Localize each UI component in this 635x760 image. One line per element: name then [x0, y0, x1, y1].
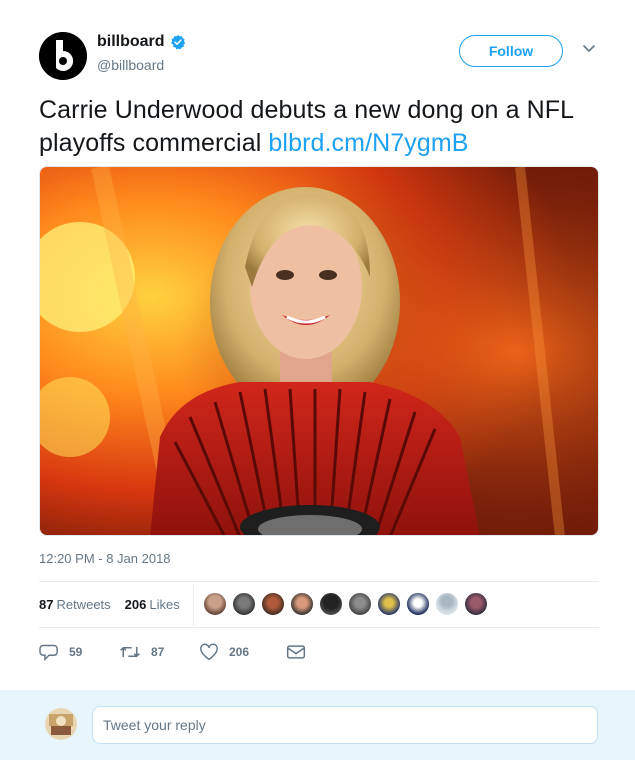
user-avatar[interactable] — [45, 708, 77, 740]
retweet-icon — [120, 646, 140, 658]
tweet-stats: 87 Retweets 206 Likes — [39, 597, 180, 612]
chevron-down-icon[interactable] — [582, 44, 596, 54]
retweets-label: Retweets — [56, 597, 111, 612]
svg-text:billboard: billboard — [47, 42, 53, 68]
reply-count: 59 — [69, 645, 83, 659]
avatar[interactable]: billboard — [39, 32, 87, 80]
retweet-count: 87 — [151, 645, 165, 659]
tweet-actions: 59 87 206 — [39, 643, 306, 661]
tweet-link[interactable]: blbrd.cm/N7ygmB — [268, 129, 468, 157]
likes-stat[interactable]: 206 Likes — [125, 597, 180, 612]
liker-avatar[interactable] — [261, 592, 285, 616]
follow-button[interactable]: Follow — [459, 35, 563, 67]
liker-avatar[interactable] — [203, 592, 227, 616]
liker-avatar[interactable] — [232, 592, 256, 616]
liker-avatar[interactable] — [464, 592, 488, 616]
reply-input[interactable]: Tweet your reply — [92, 706, 598, 744]
like-count: 206 — [229, 645, 250, 659]
likes-count: 206 — [124, 597, 147, 612]
like-action[interactable]: 206 — [199, 643, 286, 661]
display-name-text[interactable]: billboard — [97, 33, 165, 51]
photo-illustration — [40, 167, 598, 535]
stats-divider — [193, 584, 194, 626]
reply-icon — [39, 644, 58, 661]
divider — [39, 627, 599, 628]
tweet-timestamp[interactable]: 12:20 PM - 8 Jan 2018 — [39, 551, 171, 566]
tweet-photo[interactable] — [39, 166, 599, 536]
liker-avatar[interactable] — [406, 592, 430, 616]
reply-placeholder: Tweet your reply — [103, 717, 206, 733]
liker-avatar[interactable] — [290, 592, 314, 616]
tweet-text: Carrie Underwood debuts a new dong on a … — [39, 94, 609, 160]
liker-avatar[interactable] — [348, 592, 372, 616]
billboard-logo-icon: billboard — [39, 32, 87, 80]
liker-avatars — [203, 592, 488, 616]
display-name[interactable]: billboard — [97, 33, 186, 51]
user-avatar-image — [45, 708, 77, 740]
retweets-stat[interactable]: 87 Retweets — [39, 597, 111, 612]
envelope-icon — [286, 645, 306, 659]
heart-icon — [200, 643, 218, 661]
liker-avatar[interactable] — [377, 592, 401, 616]
retweet-action[interactable]: 87 — [119, 643, 199, 661]
handle[interactable]: @billboard — [97, 57, 164, 73]
liker-avatar[interactable] — [435, 592, 459, 616]
direct-message-action[interactable] — [286, 644, 306, 660]
likes-label: Likes — [149, 597, 180, 612]
liker-avatar[interactable] — [319, 592, 343, 616]
retweets-count: 87 — [39, 597, 54, 612]
reply-action[interactable]: 59 — [39, 643, 119, 661]
verified-badge-icon — [170, 35, 185, 50]
divider — [39, 581, 599, 582]
